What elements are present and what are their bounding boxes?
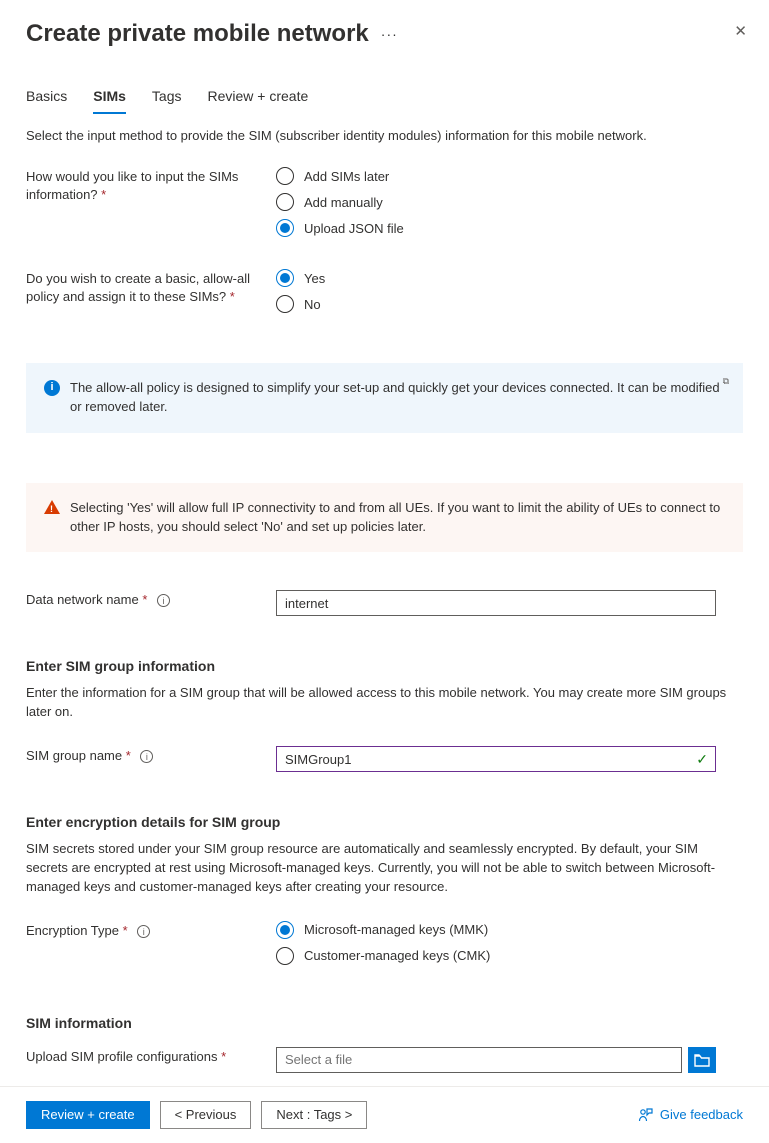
sim-group-name-label: SIM group name * i — [26, 746, 276, 765]
person-feedback-icon — [638, 1107, 654, 1123]
radio-icon — [276, 921, 294, 939]
next-button[interactable]: Next : Tags > — [261, 1101, 367, 1129]
info-alert: i The allow-all policy is designed to si… — [26, 363, 743, 433]
encryption-section-title: Enter encryption details for SIM group — [26, 814, 743, 830]
radio-cmk[interactable]: Customer-managed keys (CMK) — [276, 947, 743, 965]
warning-icon — [44, 500, 60, 514]
radio-icon — [276, 295, 294, 313]
sim-group-name-input[interactable] — [276, 746, 716, 772]
previous-button[interactable]: < Previous — [160, 1101, 252, 1129]
radio-upload-json[interactable]: Upload JSON file — [276, 219, 743, 237]
validation-check-icon: ✓ — [696, 751, 708, 768]
sim-group-section-desc: Enter the information for a SIM group th… — [26, 684, 743, 722]
data-network-name-label: Data network name * i — [26, 590, 276, 609]
radio-allow-all-yes[interactable]: Yes — [276, 269, 743, 287]
tab-review[interactable]: Review + create — [208, 84, 309, 114]
input-method-label: How would you like to input the SIMs inf… — [26, 167, 276, 204]
upload-sim-file-input[interactable] — [276, 1047, 682, 1073]
folder-icon — [694, 1053, 710, 1067]
close-icon[interactable]: ✕ — [734, 22, 747, 40]
radio-add-manually[interactable]: Add manually — [276, 193, 743, 211]
upload-sim-label: Upload SIM profile configurations * — [26, 1047, 276, 1066]
info-icon[interactable]: i — [137, 925, 150, 938]
encryption-section-desc: SIM secrets stored under your SIM group … — [26, 840, 743, 897]
tab-sims[interactable]: SIMs — [93, 84, 126, 114]
browse-file-button[interactable] — [688, 1047, 716, 1073]
review-create-button[interactable]: Review + create — [26, 1101, 150, 1129]
radio-label: Customer-managed keys (CMK) — [304, 948, 490, 963]
radio-label: Microsoft-managed keys (MMK) — [304, 922, 488, 937]
encryption-type-label: Encryption Type * i — [26, 921, 276, 940]
footer-bar: Review + create < Previous Next : Tags >… — [0, 1086, 769, 1143]
radio-mmk[interactable]: Microsoft-managed keys (MMK) — [276, 921, 743, 939]
tab-basics[interactable]: Basics — [26, 84, 67, 114]
info-icon: i — [44, 380, 60, 396]
external-link-icon[interactable]: ⧉ — [723, 375, 729, 388]
sim-group-section-title: Enter SIM group information — [26, 658, 743, 674]
radio-add-sims-later[interactable]: Add SIMs later — [276, 167, 743, 185]
radio-allow-all-no[interactable]: No — [276, 295, 743, 313]
tab-bar: Basics SIMs Tags Review + create — [26, 84, 743, 114]
radio-label: Yes — [304, 271, 325, 286]
radio-icon — [276, 947, 294, 965]
radio-icon — [276, 269, 294, 287]
more-actions-button[interactable]: ··· — [381, 26, 398, 42]
give-feedback-link[interactable]: Give feedback — [638, 1107, 743, 1123]
info-alert-text: The allow-all policy is designed to simp… — [70, 379, 725, 417]
intro-text: Select the input method to provide the S… — [26, 128, 743, 143]
radio-label: Upload JSON file — [304, 221, 404, 236]
info-icon[interactable]: i — [140, 750, 153, 763]
page-title: Create private mobile network — [26, 20, 369, 48]
allow-all-label: Do you wish to create a basic, allow-all… — [26, 269, 276, 306]
radio-icon — [276, 219, 294, 237]
warning-alert-text: Selecting 'Yes' will allow full IP conne… — [70, 499, 725, 537]
info-icon[interactable]: i — [157, 594, 170, 607]
give-feedback-label: Give feedback — [660, 1107, 743, 1122]
radio-label: No — [304, 297, 321, 312]
sim-info-section-title: SIM information — [26, 1015, 743, 1031]
radio-icon — [276, 167, 294, 185]
radio-label: Add manually — [304, 195, 383, 210]
warning-alert: Selecting 'Yes' will allow full IP conne… — [26, 483, 743, 553]
data-network-name-input[interactable] — [276, 590, 716, 616]
tab-tags[interactable]: Tags — [152, 84, 182, 114]
radio-label: Add SIMs later — [304, 169, 389, 184]
radio-icon — [276, 193, 294, 211]
